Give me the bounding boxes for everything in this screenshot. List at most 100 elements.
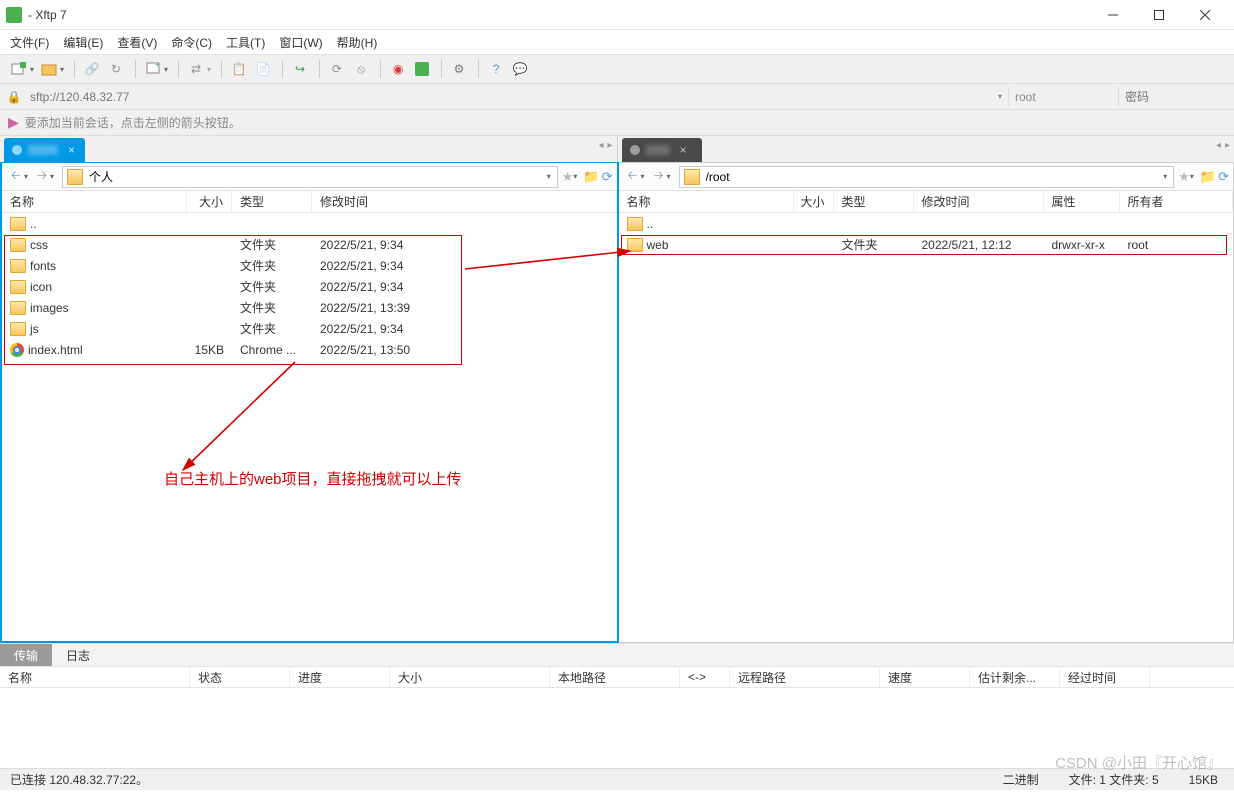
password-field[interactable] [1118, 87, 1228, 107]
max-button[interactable] [1136, 0, 1182, 30]
refresh-icon[interactable]: ⟳ [1218, 169, 1229, 185]
help-icon[interactable]: ? [485, 58, 507, 80]
address-dropdown-icon[interactable]: ▾ [992, 92, 1008, 101]
copy-icon[interactable]: 📋 [228, 58, 250, 80]
transfer-col[interactable]: <-> [680, 667, 730, 687]
folder-icon [10, 238, 26, 252]
back-icon[interactable]: 🡠 [624, 168, 642, 186]
bookmark-icon[interactable]: ★ [562, 169, 574, 185]
transfer-col[interactable]: 名称 [0, 667, 190, 687]
col-attr[interactable]: 属性 [1044, 191, 1120, 212]
chat-icon[interactable]: 💬 [509, 58, 531, 80]
col-size[interactable]: 大小 [794, 191, 834, 212]
col-mod[interactable]: 修改时间 [312, 191, 617, 212]
reconnect-icon[interactable]: ↻ [105, 58, 127, 80]
col-name[interactable]: 名称 [2, 191, 187, 212]
close-button[interactable] [1182, 0, 1228, 30]
list-item[interactable]: images文件夹2022/5/21, 13:39 [2, 297, 617, 318]
tab-log[interactable]: 日志 [52, 644, 104, 666]
lock-icon: 🔒 [6, 89, 22, 105]
forward-icon[interactable]: 🡢 [33, 168, 51, 186]
back-icon[interactable]: 🡠 [7, 168, 25, 186]
app-icon [6, 7, 22, 23]
flag-icon: ▶ [8, 114, 19, 131]
close-tab-icon[interactable]: × [68, 143, 75, 157]
menu-help[interactable]: 帮助(H) [337, 34, 378, 51]
local-path-box[interactable]: ▾ [62, 166, 558, 188]
col-type[interactable]: 类型 [232, 191, 312, 212]
transfer-col[interactable]: 状态 [190, 667, 290, 687]
link-icon[interactable]: 🔗 [81, 58, 103, 80]
menu-tools[interactable]: 工具(T) [226, 34, 265, 51]
col-size[interactable]: 大小 [187, 191, 232, 212]
menu-command[interactable]: 命令(C) [171, 34, 212, 51]
settings-icon[interactable]: ⚙ [448, 58, 470, 80]
address-input[interactable] [28, 87, 992, 107]
record-icon[interactable]: ◉ [387, 58, 409, 80]
close-tab-icon[interactable]: × [680, 143, 687, 157]
open-folder-icon[interactable]: 📁 [583, 169, 599, 185]
menu-window[interactable]: 窗口(W) [279, 34, 322, 51]
folder-icon [10, 217, 26, 231]
stop-icon[interactable]: ⦸ [350, 58, 372, 80]
transfer-col[interactable]: 估计剩余... [970, 667, 1060, 687]
col-mod[interactable]: 修改时间 [914, 191, 1044, 212]
transfer-header: 名称状态进度大小本地路径<->远程路径速度估计剩余...经过时间 [0, 666, 1234, 688]
folder-icon [684, 169, 700, 185]
list-item[interactable]: css文件夹2022/5/21, 9:34 [2, 234, 617, 255]
bookmark-icon[interactable]: ★ [1178, 169, 1190, 185]
status-dot-icon [630, 145, 640, 155]
transfer-col[interactable]: 速度 [880, 667, 970, 687]
open-folder-icon[interactable]: 📁 [1200, 169, 1216, 185]
list-item[interactable]: fonts文件夹2022/5/21, 9:34 [2, 255, 617, 276]
refresh-icon[interactable]: ⟳ [602, 169, 613, 185]
tab-transfer[interactable]: 传输 [0, 644, 52, 666]
min-button[interactable] [1090, 0, 1136, 30]
col-type[interactable]: 类型 [834, 191, 914, 212]
path-dropdown-icon[interactable]: ▾ [541, 172, 557, 181]
transfer-icon[interactable]: ↪ [289, 58, 311, 80]
main-toolbar: ▾ ▾ 🔗 ↻ +▾ ⇄▾ 📋 📄 ↪ ⟳ ⦸ ◉ ⚙ ? 💬 [0, 54, 1234, 84]
tab-prev-icon[interactable]: ◂ [598, 140, 603, 151]
list-item[interactable]: .. [619, 213, 1234, 234]
remote-session-tab[interactable]: × [622, 138, 702, 162]
path-dropdown-icon[interactable]: ▾ [1157, 172, 1173, 181]
remote-path-input[interactable] [704, 167, 1158, 187]
list-item[interactable]: .. [2, 213, 617, 234]
transfer-col[interactable]: 经过时间 [1060, 667, 1150, 687]
transfer-col[interactable]: 本地路径 [550, 667, 680, 687]
list-item[interactable]: js文件夹2022/5/21, 9:34 [2, 318, 617, 339]
terminal-icon[interactable] [411, 58, 433, 80]
transfer-col[interactable]: 进度 [290, 667, 390, 687]
list-item[interactable]: icon文件夹2022/5/21, 9:34 [2, 276, 617, 297]
list-item[interactable]: index.html15KBChrome ...2022/5/21, 13:50 [2, 339, 617, 360]
menu-edit[interactable]: 编辑(E) [63, 34, 103, 51]
user-field[interactable] [1008, 87, 1118, 107]
local-session-tab[interactable]: × [4, 138, 85, 162]
tab-next-icon[interactable]: ▸ [1225, 140, 1230, 151]
remote-file-list[interactable]: ..web文件夹2022/5/21, 12:12drwxr-xr-xroot [619, 213, 1234, 642]
tab-next-icon[interactable]: ▸ [607, 140, 612, 151]
forward-icon[interactable]: 🡢 [650, 168, 668, 186]
local-tab-label [28, 145, 58, 155]
col-name[interactable]: 名称 [619, 191, 794, 212]
col-own[interactable]: 所有者 [1120, 191, 1234, 212]
transfer-body [0, 688, 1234, 768]
address-bar: 🔒 ▾ [0, 84, 1234, 110]
new-window-icon[interactable]: + [142, 58, 164, 80]
tab-prev-icon[interactable]: ◂ [1216, 140, 1221, 151]
menu-view[interactable]: 查看(V) [117, 34, 157, 51]
remote-path-box[interactable]: ▾ [679, 166, 1175, 188]
paste-icon[interactable]: 📄 [252, 58, 274, 80]
refresh-icon[interactable]: ⟳ [326, 58, 348, 80]
new-session-icon[interactable] [8, 58, 30, 80]
folder-icon [10, 322, 26, 336]
list-item[interactable]: web文件夹2022/5/21, 12:12drwxr-xr-xroot [619, 234, 1234, 255]
transfer-col[interactable]: 大小 [390, 667, 550, 687]
transfer-col[interactable]: 远程路径 [730, 667, 880, 687]
open-session-icon[interactable] [38, 58, 60, 80]
menu-file[interactable]: 文件(F) [10, 34, 49, 51]
local-file-list[interactable]: ..css文件夹2022/5/21, 9:34fonts文件夹2022/5/21… [2, 213, 617, 641]
sync-icon[interactable]: ⇄ [185, 58, 207, 80]
local-path-input[interactable] [87, 167, 541, 187]
